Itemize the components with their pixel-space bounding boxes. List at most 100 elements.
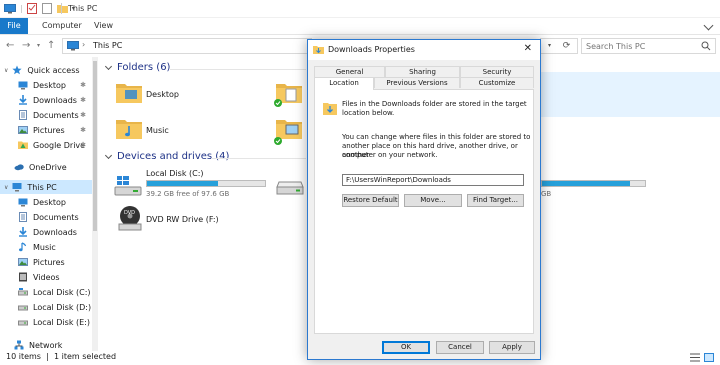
apply-button[interactable]: Apply xyxy=(489,341,535,354)
group-header-drives[interactable]: Devices and drives (4) xyxy=(104,151,229,162)
qat-separator: | xyxy=(20,4,23,13)
close-button[interactable]: ✕ xyxy=(524,43,532,54)
folder-label-music[interactable]: Music xyxy=(146,126,169,135)
restore-default-button[interactable]: Restore Default xyxy=(342,194,399,207)
nav-quick-downloads[interactable]: Downloads ✱ xyxy=(0,93,98,107)
nav-label: Quick access xyxy=(27,65,80,75)
drive-label-c[interactable]: Local Disk (C:) xyxy=(146,169,204,178)
drive-free-text-c: 39.2 GB free of 97.6 GB xyxy=(146,190,230,198)
collapse-icon[interactable]: ∨ xyxy=(4,67,8,74)
address-dropdown-icon[interactable]: ▾ xyxy=(543,38,556,54)
back-button[interactable]: ← xyxy=(6,40,14,52)
pin-icon[interactable]: ✱ xyxy=(80,111,86,119)
breadcrumb-separator[interactable]: › xyxy=(82,40,85,49)
search-input[interactable] xyxy=(586,39,696,53)
tab-previous-versions[interactable]: Previous Versions xyxy=(374,77,460,88)
onedrive-icon xyxy=(14,164,24,171)
group-divider xyxy=(170,69,306,70)
folder-icon[interactable] xyxy=(116,81,142,103)
folder-icon[interactable] xyxy=(116,117,142,139)
ok-button[interactable]: OK xyxy=(382,341,430,354)
nav-label: Desktop xyxy=(33,80,66,90)
location-desc-line-1: You can change where files in this folde… xyxy=(342,133,531,141)
dvd-drive-icon[interactable]: DVD xyxy=(118,205,142,231)
tab-sharing[interactable]: Sharing xyxy=(385,66,460,77)
drive-label-dvd[interactable]: DVD RW Drive (F:) xyxy=(146,215,219,224)
dialog-title-bar[interactable]: Downloads Properties ✕ xyxy=(308,40,540,60)
downloads-icon xyxy=(19,95,27,105)
nav-label: Pictures xyxy=(33,257,65,267)
folder-label-desktop[interactable]: Desktop xyxy=(146,90,179,99)
group-header-folders[interactable]: Folders (6) xyxy=(104,62,170,73)
nav-onedrive[interactable]: OneDrive xyxy=(0,160,98,174)
nav-label: Videos xyxy=(33,272,60,282)
nav-quick-google-drive[interactable]: Google Drive ✱ xyxy=(0,138,98,152)
drive-icon[interactable] xyxy=(276,181,304,195)
pin-icon[interactable]: ✱ xyxy=(80,126,86,134)
search-box[interactable] xyxy=(581,38,716,54)
nav-label: Local Disk (C:) xyxy=(33,287,91,297)
large-icons-view-icon[interactable] xyxy=(704,353,714,362)
nav-pc-music[interactable]: Music xyxy=(0,240,98,254)
nav-pc-videos[interactable]: Videos xyxy=(0,270,98,284)
tab-general[interactable]: General xyxy=(314,66,385,77)
refresh-button[interactable]: ⟳ xyxy=(556,38,578,54)
windows-drive-icon[interactable] xyxy=(114,175,142,197)
cancel-button[interactable]: Cancel xyxy=(436,341,484,354)
new-folder-icon[interactable] xyxy=(41,3,52,14)
folder-icon[interactable] xyxy=(56,4,68,13)
desktop-folder-icon xyxy=(18,198,28,207)
nav-pc-downloads[interactable]: Downloads xyxy=(0,225,98,239)
details-view-icon[interactable] xyxy=(690,353,700,362)
nav-pc-local-disk-d[interactable]: Local Disk (D:) xyxy=(0,300,98,314)
tab-view[interactable]: View xyxy=(94,18,113,34)
status-selected-count: 1 item selected xyxy=(54,352,117,361)
recent-locations-icon[interactable]: ▾ xyxy=(37,40,40,52)
folder-icon xyxy=(313,46,324,54)
pin-icon[interactable]: ✱ xyxy=(80,96,86,104)
nav-quick-documents[interactable]: Documents ✱ xyxy=(0,108,98,122)
nav-quick-desktop[interactable]: Desktop ✱ xyxy=(0,78,98,92)
search-icon xyxy=(701,41,711,51)
pin-icon[interactable]: ✱ xyxy=(80,81,86,89)
folder-icon[interactable] xyxy=(276,117,302,139)
tab-file[interactable]: File xyxy=(0,18,28,34)
nav-quick-access[interactable]: ∨ Quick access xyxy=(0,63,98,77)
nav-pc-documents[interactable]: Documents xyxy=(0,210,98,224)
nav-this-pc[interactable]: ∨ This PC xyxy=(0,180,98,194)
location-info-line-2: location below. xyxy=(342,109,395,117)
svg-text:DVD: DVD xyxy=(124,210,135,216)
window-title: This PC xyxy=(68,4,98,13)
forward-button[interactable]: → xyxy=(22,40,30,52)
nav-pc-desktop[interactable]: Desktop xyxy=(0,195,98,209)
documents-icon xyxy=(19,110,27,120)
nav-pc-pictures[interactable]: Pictures xyxy=(0,255,98,269)
nav-network[interactable]: Network xyxy=(0,338,98,352)
nav-pc-local-disk-c[interactable]: Local Disk (C:) xyxy=(0,285,98,299)
chevron-down-icon[interactable] xyxy=(104,62,113,70)
properties-icon[interactable] xyxy=(26,3,37,14)
address-bar[interactable]: › This PC xyxy=(62,38,312,54)
collapse-icon[interactable]: ∨ xyxy=(4,184,8,191)
nav-label: Network xyxy=(29,340,63,350)
tab-computer[interactable]: Computer xyxy=(42,18,82,34)
ribbon: File Computer View xyxy=(0,18,720,34)
properties-dialog: Downloads Properties ✕ General Sharing S… xyxy=(307,39,541,360)
up-button[interactable]: ↑ xyxy=(47,40,55,52)
pin-icon[interactable]: ✱ xyxy=(80,141,86,149)
nav-scrollbar[interactable] xyxy=(92,57,98,351)
tab-location[interactable]: Location xyxy=(314,77,374,90)
nav-pc-local-disk-e[interactable]: Local Disk (E:) xyxy=(0,315,98,329)
tab-security[interactable]: Security xyxy=(460,66,534,77)
move-button[interactable]: Move... xyxy=(404,194,462,207)
drive-icon xyxy=(18,288,28,296)
scrollbar-thumb[interactable] xyxy=(93,61,97,231)
tab-customize[interactable]: Customize xyxy=(460,77,534,88)
chevron-down-icon[interactable] xyxy=(104,151,113,159)
nav-quick-pictures[interactable]: Pictures ✱ xyxy=(0,123,98,137)
breadcrumb[interactable]: This PC xyxy=(93,41,122,50)
location-path-input[interactable] xyxy=(342,174,524,186)
drive-usage-bar-right xyxy=(541,180,646,187)
ribbon-expand-icon[interactable] xyxy=(703,20,714,31)
find-target-button[interactable]: Find Target... xyxy=(467,194,524,207)
